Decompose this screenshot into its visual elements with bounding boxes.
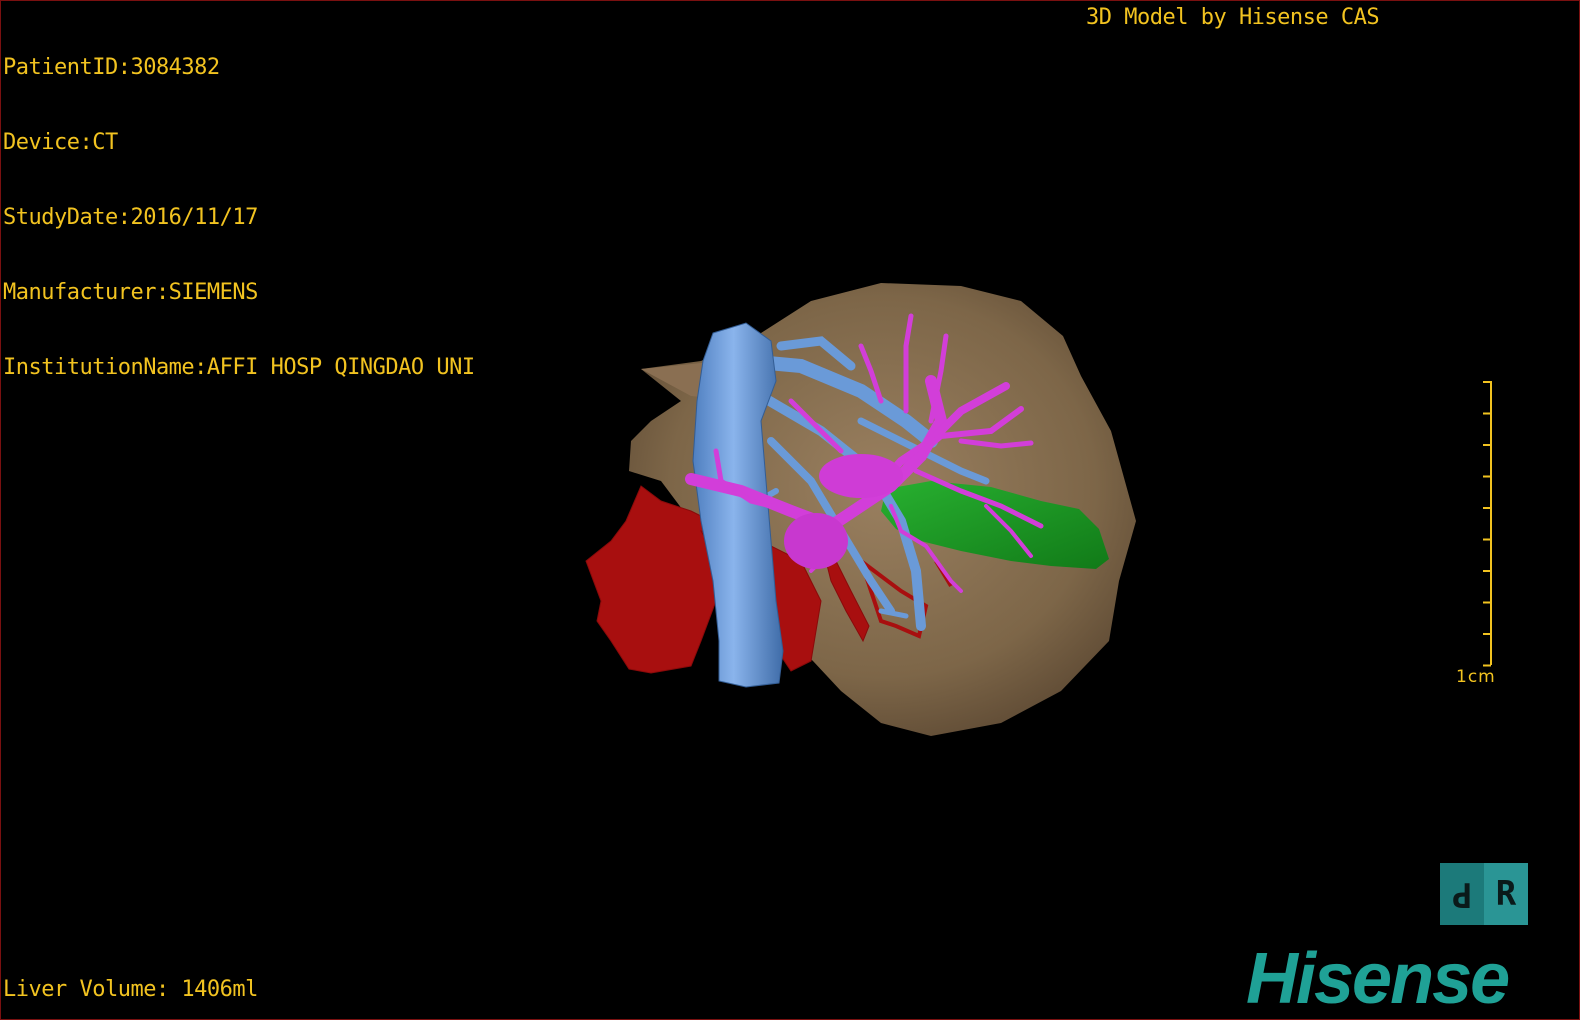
scale-bar bbox=[1483, 381, 1492, 667]
hisense-logo: Hisense bbox=[1246, 939, 1510, 1019]
study-date-text: StudyDate:2016/11/17 bbox=[3, 205, 258, 230]
3d-viewport[interactable]: PatientID:3084382 Device:CT StudyDate:20… bbox=[0, 0, 1580, 1020]
orientation-cube[interactable]: P R bbox=[1440, 863, 1528, 925]
patient-info-overlay: PatientID:3084382 Device:CT StudyDate:20… bbox=[3, 5, 475, 430]
device-text: Device:CT bbox=[3, 130, 118, 155]
orientation-face-posterior: P bbox=[1451, 874, 1473, 914]
orientation-face-right: R bbox=[1484, 863, 1528, 925]
liver-volume-text: Liver Volume: 1406ml bbox=[3, 977, 258, 1002]
model-credit-text: 3D Model by Hisense CAS bbox=[1086, 5, 1380, 30]
institution-text: InstitutionName:AFFI HOSP QINGDAO UNI bbox=[3, 355, 475, 380]
portal-vein-confluence bbox=[784, 513, 848, 569]
manufacturer-text: Manufacturer:SIEMENS bbox=[3, 280, 258, 305]
scale-bar-label: 1cm bbox=[1456, 667, 1496, 687]
patient-id-text: PatientID:3084382 bbox=[3, 55, 220, 80]
portal-vein-trunk bbox=[819, 454, 903, 498]
